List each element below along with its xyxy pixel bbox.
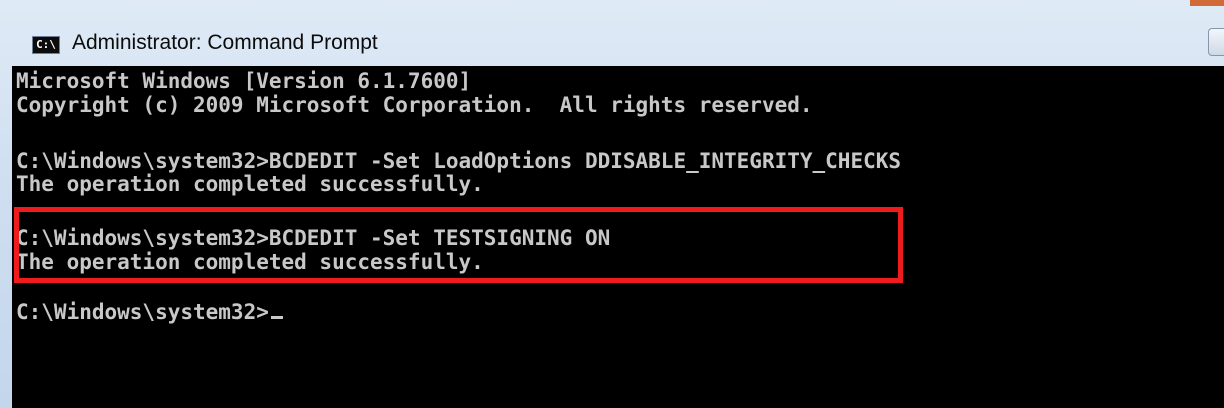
title-bar[interactable]: C:\ Administrator: Command Prompt [0,0,1224,62]
console-output[interactable]: Microsoft Windows [Version 6.1.7600] Cop… [12,66,1224,408]
console-line: The operation completed successfully. [16,172,484,196]
window-control-button[interactable] [1208,28,1224,56]
console-line: Microsoft Windows [Version 6.1.7600] [16,69,472,93]
highlight-box [14,207,903,283]
window-title: Administrator: Command Prompt [72,31,378,54]
console-line: Copyright (c) 2009 Microsoft Corporation… [16,93,813,117]
command-prompt-icon: C:\ [32,36,60,54]
prompt-line: C:\Windows\system32> [16,300,283,324]
console-line: C:\Windows\system32>BCDEDIT -Set LoadOpt… [16,149,902,173]
prompt-text: C:\Windows\system32> [16,300,269,324]
text-cursor [270,316,283,319]
command-prompt-window: C:\ Administrator: Command Prompt Micros… [0,0,1224,408]
